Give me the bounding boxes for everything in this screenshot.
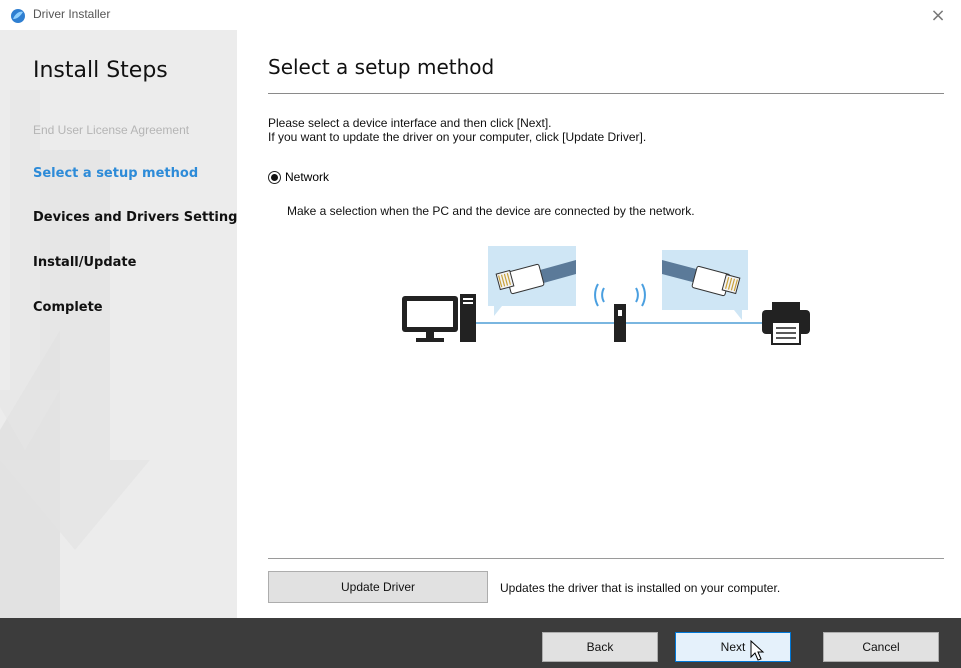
monitor-icon (402, 296, 458, 342)
app-icon (11, 9, 25, 23)
wifi-router-icon (594, 283, 646, 342)
next-button[interactable]: Next (675, 632, 791, 662)
network-diagram (402, 246, 810, 345)
pc-tower-icon (460, 294, 476, 342)
ethernet-plug-icon (488, 246, 576, 316)
sidebar-arrow-decoration (0, 90, 150, 618)
install-steps-heading: Install Steps (33, 58, 168, 83)
update-driver-description: Updates the driver that is installed on … (500, 581, 781, 595)
footer-bar: Back Next Cancel (0, 618, 961, 668)
instructions: Please select a device interface and the… (268, 116, 646, 144)
step-complete: Complete (33, 300, 103, 315)
network-option-description: Make a selection when the PC and the dev… (287, 204, 695, 218)
install-steps-sidebar: Install Steps End User License Agreement… (0, 30, 237, 618)
update-driver-button[interactable]: Update Driver (268, 571, 488, 603)
bottom-divider (268, 558, 944, 559)
instruction-line-1: Please select a device interface and the… (268, 116, 552, 130)
close-button[interactable]: × (915, 0, 961, 30)
title-bar: Driver Installer × (0, 0, 961, 30)
cancel-button[interactable]: Cancel (823, 632, 939, 662)
network-radio-option[interactable]: Network (268, 170, 329, 184)
instruction-line-2: If you want to update the driver on your… (268, 130, 647, 144)
step-install-update: Install/Update (33, 255, 137, 270)
network-option-label: Network (285, 170, 330, 184)
window-title: Driver Installer (33, 7, 111, 21)
title-divider (268, 93, 944, 94)
radio-button-selected[interactable] (268, 170, 281, 184)
step-eula: End User License Agreement (33, 123, 190, 137)
step-devices-drivers-settings: Devices and Drivers Settings (33, 210, 237, 225)
printer-icon (762, 302, 810, 345)
back-button[interactable]: Back (542, 632, 658, 662)
close-icon: × (930, 4, 946, 26)
ethernet-plug-icon (662, 250, 748, 320)
step-select-setup-method: Select a setup method (33, 166, 199, 181)
page-title: Select a setup method (268, 55, 495, 79)
